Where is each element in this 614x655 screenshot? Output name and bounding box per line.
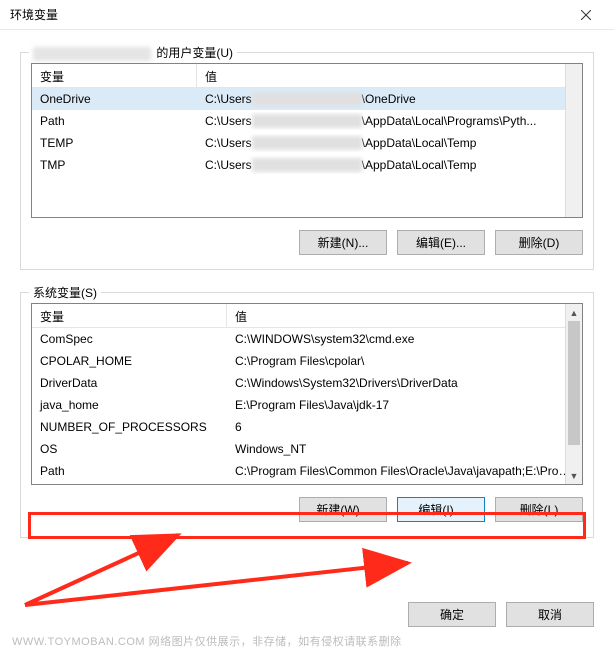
table-row[interactable]: DriverData C:\Windows\System32\Drivers\D… — [32, 372, 582, 394]
scroll-up-icon[interactable]: ▲ — [566, 304, 582, 321]
user-button-row: 新建(N)... 编辑(E)... 删除(D) — [31, 230, 583, 255]
table-row[interactable]: OS Windows_NT — [32, 438, 582, 460]
table-row[interactable]: CPOLAR_HOME C:\Program Files\cpolar\ — [32, 350, 582, 372]
scroll-down-icon[interactable]: ▼ — [566, 467, 582, 484]
cell-var: TEMP — [32, 134, 197, 152]
titlebar: 环境变量 — [0, 0, 614, 30]
system-vars-table[interactable]: 变量 值 ComSpec C:\WINDOWS\system32\cmd.exe… — [31, 303, 583, 485]
table-row[interactable]: NUMBER_OF_PROCESSORS 6 — [32, 416, 582, 438]
cell-var: NUMBER_OF_PROCESSORS — [32, 418, 227, 436]
watermark-text: WWW.TOYMOBAN.COM 网络图片仅供展示，非存储，如有侵权请联系删除 — [12, 633, 402, 649]
cell-val: C:\Program Files\cpolar\ — [227, 352, 582, 370]
col-value[interactable]: 值 — [197, 64, 582, 87]
user-delete-button[interactable]: 删除(D) — [495, 230, 583, 255]
window-title: 环境变量 — [10, 6, 58, 23]
cell-val: E:\Program Files\Java\jdk-17 — [227, 396, 582, 414]
table-row[interactable]: OneDrive C:\Users\OneDrive — [32, 88, 582, 110]
system-edit-button[interactable]: 编辑(I)... — [397, 497, 485, 522]
col-value[interactable]: 值 — [227, 304, 582, 327]
cell-val: C:\Program Files\Common Files\Oracle\Jav… — [227, 462, 582, 480]
user-table-header: 变量 值 — [32, 64, 582, 88]
cell-val: Windows_NT — [227, 440, 582, 458]
cell-val: C:\Users\AppData\Local\Programs\Pyth... — [197, 112, 582, 131]
table-row[interactable]: java_home E:\Program Files\Java\jdk-17 — [32, 394, 582, 416]
cell-var: java_home — [32, 396, 227, 414]
ok-button[interactable]: 确定 — [408, 602, 496, 627]
table-row[interactable]: TMP C:\Users\AppData\Local\Temp — [32, 154, 582, 176]
redacted — [252, 158, 362, 172]
cell-val: C:\Users\AppData\Local\Temp — [197, 134, 582, 153]
scroll-thumb[interactable] — [568, 321, 580, 445]
cell-var: Path — [32, 462, 227, 480]
redacted — [252, 114, 362, 128]
cell-val: C:\Users\OneDrive — [197, 90, 582, 109]
cell-var: OS — [32, 440, 227, 458]
redacted — [252, 92, 362, 106]
user-vars-table[interactable]: 变量 值 OneDrive C:\Users\OneDrive Path C:\… — [31, 63, 583, 218]
cell-val: C:\Windows\System32\Drivers\DriverData — [227, 374, 582, 392]
table-row[interactable]: Path C:\Program Files\Common Files\Oracl… — [32, 460, 582, 482]
cell-var: TMP — [32, 156, 197, 174]
table-row[interactable]: TEMP C:\Users\AppData\Local\Temp — [32, 132, 582, 154]
table-row[interactable]: Path C:\Users\AppData\Local\Programs\Pyt… — [32, 110, 582, 132]
dialog-buttons: 确定 取消 — [408, 602, 594, 627]
col-variable[interactable]: 变量 — [32, 64, 197, 87]
system-new-button[interactable]: 新建(W)... — [299, 497, 387, 522]
system-table-header: 变量 值 — [32, 304, 582, 328]
scrollbar[interactable] — [565, 64, 582, 217]
table-row[interactable]: ComSpec C:\WINDOWS\system32\cmd.exe — [32, 328, 582, 350]
user-edit-button[interactable]: 编辑(E)... — [397, 230, 485, 255]
cell-val: C:\Users\AppData\Local\Temp — [197, 156, 582, 175]
cell-val: C:\WINDOWS\system32\cmd.exe — [227, 330, 582, 348]
system-vars-group: 系统变量(S) 变量 值 ComSpec C:\WINDOWS\system32… — [20, 292, 594, 538]
cell-var: Path — [32, 112, 197, 130]
system-button-row: 新建(W)... 编辑(I)... 删除(L) — [31, 497, 583, 522]
user-vars-legend: 的用户变量(U) — [29, 44, 237, 61]
close-icon — [581, 10, 591, 20]
close-button[interactable] — [566, 1, 606, 29]
cell-var: OneDrive — [32, 90, 197, 108]
redacted — [252, 136, 362, 150]
scrollbar[interactable]: ▲ ▼ — [565, 304, 582, 484]
env-vars-dialog: 环境变量 的用户变量(U) 变量 值 OneDrive C:\Users\One… — [0, 0, 614, 655]
cell-var: CPOLAR_HOME — [32, 352, 227, 370]
cell-var: ComSpec — [32, 330, 227, 348]
system-vars-legend: 系统变量(S) — [29, 284, 101, 301]
cell-var: DriverData — [32, 374, 227, 392]
user-new-button[interactable]: 新建(N)... — [299, 230, 387, 255]
system-delete-button[interactable]: 删除(L) — [495, 497, 583, 522]
redacted-username — [33, 47, 151, 61]
col-variable[interactable]: 变量 — [32, 304, 227, 327]
cell-val: 6 — [227, 418, 582, 436]
cancel-button[interactable]: 取消 — [506, 602, 594, 627]
user-vars-group: 的用户变量(U) 变量 值 OneDrive C:\Users\OneDrive… — [20, 52, 594, 270]
